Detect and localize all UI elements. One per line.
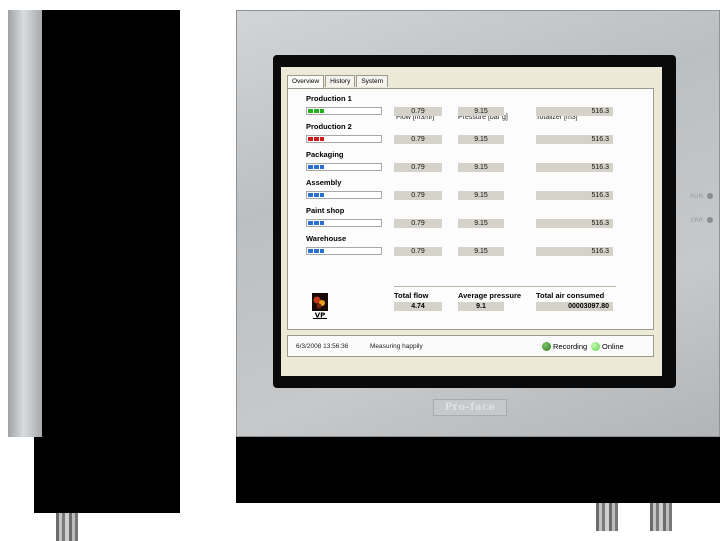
pressure-value: 9.15	[458, 247, 504, 256]
totalizer-value: 516.3	[536, 135, 613, 144]
tab-system[interactable]: System	[356, 75, 388, 87]
overview-panel: Flow [m3/hr] Pressure [bar g] Totalizer …	[287, 88, 654, 330]
totalizer-value: 516.3	[536, 163, 613, 172]
zone-gauge-fill	[308, 137, 324, 141]
totals-separator	[394, 286, 616, 287]
recording-label: Recording	[553, 342, 588, 351]
zone-name: Production 1	[306, 94, 352, 103]
average-pressure-value: 9.1	[458, 302, 504, 311]
zone-gauge-fill	[308, 109, 324, 113]
zone-name: Paint shop	[306, 206, 345, 215]
recording-indicator-icon	[542, 342, 551, 351]
zone-gauge-fill	[308, 221, 324, 225]
status-message: Measuring happily	[370, 343, 423, 350]
pressure-value: 9.15	[458, 163, 504, 172]
zone-gauge	[306, 247, 382, 255]
front-connector-2	[650, 503, 672, 531]
front-connector-1	[596, 503, 618, 531]
brand-plate: Pro-face	[433, 399, 507, 416]
zone-gauge	[306, 163, 382, 171]
total-air-consumed-label: Total air consumed	[536, 291, 605, 300]
side-bezel	[8, 10, 43, 437]
flow-value: 0.79	[394, 191, 442, 200]
device-front-bezel: RUN ERR Pro-face Overview History System…	[236, 10, 720, 437]
zone-name: Assembly	[306, 178, 342, 187]
zone-name: Packaging	[306, 150, 344, 159]
zone-name: Production 2	[306, 122, 352, 131]
total-flow-value: 4.74	[394, 302, 442, 311]
device-side-view	[8, 10, 180, 541]
totalizer-value: 516.3	[536, 247, 613, 256]
pressure-value: 9.15	[458, 107, 504, 116]
status-datetime: 6/3/2008 13:56:36	[296, 343, 349, 350]
totalizer-value: 516.3	[536, 219, 613, 228]
zone-gauge-fill	[308, 249, 324, 253]
pressure-value: 9.15	[458, 191, 504, 200]
zone-name: Warehouse	[306, 234, 347, 243]
logo-text: VP	[315, 312, 326, 320]
zone-gauge	[306, 135, 382, 143]
online-indicator-icon	[591, 342, 600, 351]
flow-value: 0.79	[394, 135, 442, 144]
tab-bar: Overview History System	[287, 75, 389, 88]
flow-value: 0.79	[394, 163, 442, 172]
zone-gauge	[306, 191, 382, 199]
run-led-icon	[707, 193, 713, 199]
hmi-screen: Overview History System Flow [m3/hr] Pre…	[281, 67, 662, 376]
vp-logo-icon: VP	[312, 293, 328, 320]
zone-gauge	[306, 219, 382, 227]
totalizer-value: 516.3	[536, 107, 613, 116]
totalizer-value: 516.3	[536, 191, 613, 200]
err-led-icon	[707, 217, 713, 223]
status-bar: 6/3/2008 13:56:36 Measuring happily Reco…	[287, 335, 654, 357]
side-housing	[42, 10, 180, 437]
online-label: Online	[602, 342, 624, 351]
total-flow-label: Total flow	[394, 291, 429, 300]
tab-overview[interactable]: Overview	[287, 75, 325, 88]
total-air-consumed-value: 00003097.80	[536, 302, 613, 311]
zone-gauge-fill	[308, 165, 324, 169]
flow-value: 0.79	[394, 219, 442, 228]
flow-value: 0.79	[394, 107, 442, 116]
flow-value: 0.79	[394, 247, 442, 256]
screen-frame: Overview History System Flow [m3/hr] Pre…	[273, 55, 676, 388]
zone-gauge-fill	[308, 193, 324, 197]
side-housing-base	[34, 437, 180, 513]
zone-gauge	[306, 107, 382, 115]
side-connector	[56, 513, 78, 541]
front-housing-base	[236, 437, 720, 503]
average-pressure-label: Average pressure	[458, 291, 522, 300]
pressure-value: 9.15	[458, 219, 504, 228]
led-label-run: RUN	[689, 193, 703, 200]
led-label-err: ERR	[690, 217, 703, 224]
tab-history[interactable]: History	[325, 75, 356, 87]
pressure-value: 9.15	[458, 135, 504, 144]
